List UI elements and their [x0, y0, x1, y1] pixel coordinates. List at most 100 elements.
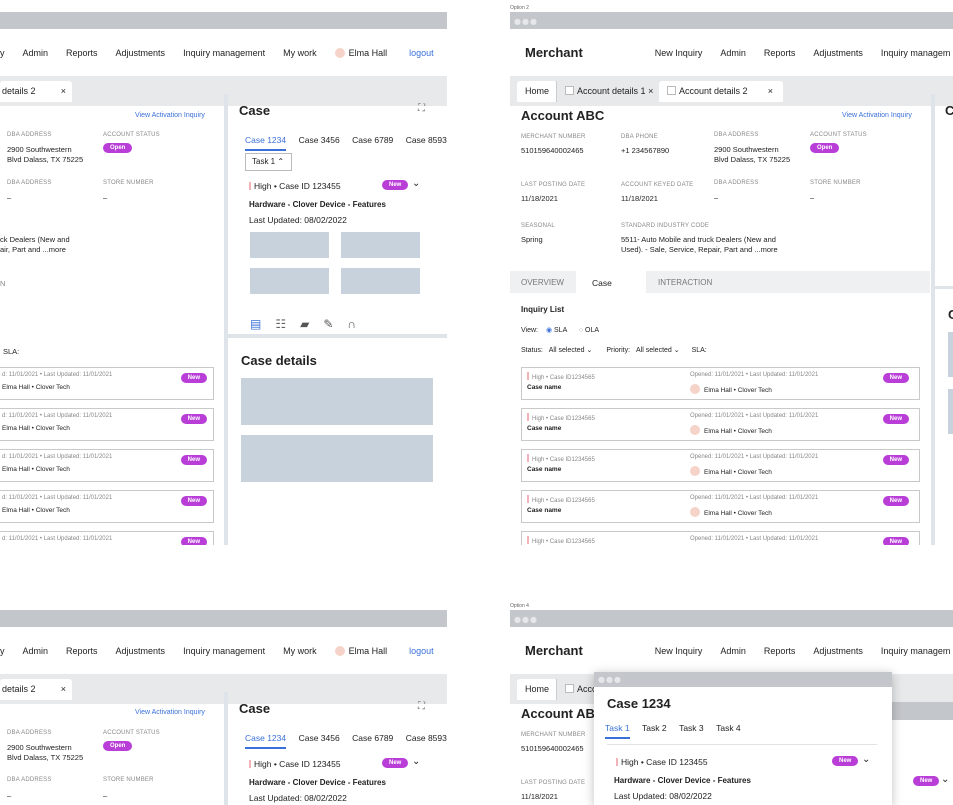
nav-my-work[interactable]: My work — [283, 646, 317, 656]
radio-sla[interactable]: ◉ SLA — [546, 327, 567, 334]
tab-account-details-1[interactable]: Account details 1 × — [556, 81, 661, 102]
top-nav: y Admin Reports Adjustments Inquiry mana… — [0, 627, 447, 674]
view-activation-link[interactable]: View Activation Inquiry — [842, 112, 912, 119]
sla-filter[interactable]: SLA: — [692, 347, 707, 354]
card-case-id: High • Case ID1234565 — [532, 416, 595, 422]
tab-case[interactable]: Case — [576, 271, 646, 293]
tab-interaction[interactable]: INTERACTION — [658, 278, 712, 287]
brand-logo[interactable]: Merchant — [525, 45, 583, 60]
nav-new-inquiry[interactable]: New Inquiry — [655, 48, 703, 58]
case-popup[interactable]: ●●● Case 1234 Task 1 Task 2 Task 3 Task … — [594, 672, 892, 805]
checklist-icon[interactable]: ☷ — [275, 317, 286, 331]
split-divider[interactable] — [224, 94, 228, 545]
nav-admin[interactable]: Admin — [720, 646, 746, 656]
status-dropdown[interactable]: All selected ⌄ — [549, 347, 593, 354]
view-activation-link[interactable]: View Activation Inquiry — [135, 112, 205, 119]
nav-admin[interactable]: Admin — [720, 48, 746, 58]
close-icon[interactable]: × — [61, 81, 66, 102]
tab-account-details-2[interactable]: details 2 × — [0, 81, 72, 102]
tab-task-1[interactable]: Task 1 — [605, 723, 630, 739]
sla-filter[interactable]: SLA: — [3, 346, 19, 357]
tab-case-1234[interactable]: Case 1234 — [245, 135, 287, 151]
tab-home[interactable]: Home — [517, 679, 558, 700]
close-icon[interactable]: × — [648, 86, 653, 96]
card-priority: High • Case ID1234565 — [527, 536, 595, 545]
popup-chrome[interactable]: ●●● — [594, 672, 892, 687]
user-menu[interactable]: Elma Hall — [334, 645, 387, 656]
inquiry-card[interactable]: d: 11/01/2021 • Last Updated: 11/01/2021… — [0, 531, 214, 545]
logout-link[interactable]: logout — [409, 646, 434, 656]
tab-icon — [565, 684, 574, 693]
nav-adjustments[interactable]: Adjustments — [813, 646, 863, 656]
inquiry-card[interactable]: d: 11/01/2021 • Last Updated: 11/01/2021… — [0, 490, 214, 523]
expand-icon[interactable]: ⛶ — [418, 103, 425, 114]
nav-admin[interactable]: Admin — [23, 646, 49, 656]
chevron-down-icon[interactable]: ⌄ — [862, 754, 870, 765]
chevron-down-icon[interactable]: ⌄ — [412, 756, 420, 767]
headset-icon[interactable]: ∩ — [347, 317, 356, 331]
nav-inquiry-management[interactable]: Inquiry managem — [881, 646, 951, 656]
priority-dropdown[interactable]: All selected ⌄ — [636, 347, 680, 354]
logout-link[interactable]: logout — [409, 48, 434, 58]
split-divider[interactable] — [931, 94, 935, 545]
task-select[interactable]: Task 1 ⌃ — [245, 153, 292, 171]
nav-reports[interactable]: Reports — [764, 48, 796, 58]
close-icon[interactable]: × — [768, 81, 773, 102]
tab-case-1234[interactable]: Case 1234 — [245, 733, 287, 749]
inquiry-card[interactable]: High • Case ID1234565Case nameOpened: 11… — [521, 367, 920, 400]
nav-adjustments[interactable]: Adjustments — [116, 646, 166, 656]
inquiry-card[interactable]: d: 11/01/2021 • Last Updated: 11/01/2021… — [0, 449, 214, 482]
card-priority: High • Case ID1234565 — [527, 454, 595, 463]
tab-case-8593[interactable]: Case 8593 — [406, 733, 447, 743]
overview-tab-cut[interactable]: N — [0, 278, 5, 289]
nav-inquiry-management[interactable]: Inquiry management — [183, 48, 265, 58]
expand-icon[interactable]: ⛶ — [418, 701, 425, 712]
tab-case-8593[interactable]: Case 8593 — [406, 135, 447, 145]
radio-ola[interactable]: ○ OLA — [579, 327, 599, 334]
dba-address2-label: DBA ADDRESS — [7, 777, 52, 783]
placeholder-block — [948, 389, 953, 434]
tab-task-2[interactable]: Task 2 — [642, 723, 667, 733]
nav-admin[interactable]: Admin — [23, 48, 49, 58]
last-posting-value: 11/18/2021 — [521, 792, 558, 801]
inquiry-card[interactable]: d: 11/01/2021 • Last Updated: 11/01/2021… — [0, 367, 214, 400]
notes-icon[interactable]: ▤ — [250, 317, 261, 331]
tab-overview[interactable]: OVERVIEW — [521, 278, 564, 287]
tab-task-4[interactable]: Task 4 — [716, 723, 741, 733]
chevron-down-icon[interactable]: ⌄ — [412, 178, 420, 189]
tab-account-details-2[interactable]: details 2 × — [0, 679, 72, 700]
tab-task-3[interactable]: Task 3 — [679, 723, 704, 733]
inquiry-card[interactable]: High • Case ID1234565Case nameOpened: 11… — [521, 531, 920, 545]
nav-inquiry-management[interactable]: Inquiry management — [183, 646, 265, 656]
view-activation-link[interactable]: View Activation Inquiry — [135, 709, 205, 716]
nav-adjustments[interactable]: Adjustments — [813, 48, 863, 58]
tab-home[interactable]: Home — [517, 81, 558, 102]
nav-new-inquiry[interactable]: New Inquiry — [655, 646, 703, 656]
inquiry-card[interactable]: High • Case ID1234565Case nameOpened: 11… — [521, 408, 920, 441]
tab-case-3456[interactable]: Case 3456 — [299, 733, 340, 743]
nav-my-work[interactable]: My work — [283, 48, 317, 58]
edit-icon[interactable]: ✎ — [323, 317, 333, 331]
avatar — [690, 507, 700, 517]
chat-icon[interactable]: ▰ — [300, 317, 309, 331]
split-divider[interactable] — [224, 692, 228, 805]
nav-reports[interactable]: Reports — [764, 646, 796, 656]
nav-reports[interactable]: Reports — [66, 48, 98, 58]
placeholder-block — [250, 268, 329, 294]
status-badge: Open — [103, 741, 133, 751]
brand-logo[interactable]: Merchant — [525, 643, 583, 658]
chevron-down-icon[interactable]: ⌄ — [941, 774, 949, 785]
inquiry-card[interactable]: High • Case ID1234565Case nameOpened: 11… — [521, 449, 920, 482]
inquiry-card[interactable]: High • Case ID1234565Case nameOpened: 11… — [521, 490, 920, 523]
nav-inquiry-management[interactable]: Inquiry managem — [881, 48, 951, 58]
tab-account-details-2[interactable]: Account details 2 × — [659, 81, 783, 102]
close-icon[interactable]: × — [61, 679, 66, 700]
tab-case-6789[interactable]: Case 6789 — [352, 733, 393, 743]
tab-case-6789[interactable]: Case 6789 — [352, 135, 393, 145]
tab-label: details 2 — [2, 86, 36, 96]
inquiry-card[interactable]: d: 11/01/2021 • Last Updated: 11/01/2021… — [0, 408, 214, 441]
user-menu[interactable]: Elma Hall — [334, 47, 387, 58]
tab-case-3456[interactable]: Case 3456 — [299, 135, 340, 145]
nav-reports[interactable]: Reports — [66, 646, 98, 656]
nav-adjustments[interactable]: Adjustments — [116, 48, 166, 58]
